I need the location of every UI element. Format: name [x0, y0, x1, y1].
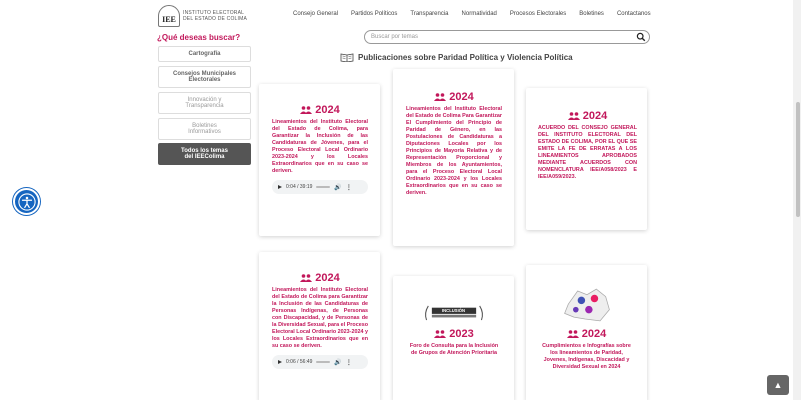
audio-progress[interactable]: [316, 361, 331, 363]
publication-card[interactable]: 2024 Lineamientos del Instituto Electora…: [259, 252, 380, 400]
sidebar-item-label-2: Transparencia: [185, 103, 224, 109]
more-options-icon[interactable]: ⋮: [346, 359, 352, 366]
people-icon: [434, 330, 447, 338]
volume-icon[interactable]: 🔊: [334, 359, 341, 366]
publication-card[interactable]: 2024 Lineamientos del Instituto Electora…: [259, 84, 380, 236]
section-title: Publicaciones sobre Paridad Política y V…: [340, 52, 573, 62]
card-year-text: 2024: [449, 91, 474, 103]
nav-normatividad[interactable]: Normatividad: [462, 11, 497, 17]
scrollbar-thumb[interactable]: [796, 102, 800, 217]
card-year: 2024: [538, 328, 635, 340]
sidebar-item-todos-los-temas[interactable]: Todos los temas del IEEColima: [158, 143, 251, 165]
card-year-text: 2024: [582, 110, 608, 122]
card-year: 2023: [406, 328, 502, 340]
logo-mark: IEE: [158, 5, 180, 27]
card-text: Lineamientos del Instituto Electoral del…: [272, 119, 368, 174]
audio-player[interactable]: 0:04 / 39:19 🔊 ⋮: [272, 180, 368, 194]
people-icon: [567, 112, 580, 120]
volume-icon[interactable]: 🔊: [334, 184, 341, 191]
people-icon: [300, 274, 313, 282]
card-text: Lineamientos del Instituto Electoral del…: [272, 287, 368, 349]
nav-contactanos[interactable]: Contactanos: [617, 11, 651, 17]
play-icon[interactable]: [278, 185, 282, 189]
card-text: Foro de Consulta para la Inclusión de Gr…: [409, 343, 499, 356]
accessibility-button[interactable]: [13, 188, 40, 215]
sidebar-item-boletines[interactable]: Boletines Informativos: [158, 118, 251, 140]
nav-procesos-electorales[interactable]: Procesos Electorales: [510, 11, 566, 17]
card-year: 2024: [272, 104, 368, 116]
sidebar-item-label-2: del IEEColima: [184, 154, 225, 160]
publication-card[interactable]: 2024 Cumplimientos e Infografías sobre l…: [526, 265, 647, 400]
nav-transparencia[interactable]: Transparencia: [410, 11, 448, 17]
sidebar-item-label-2: Informativos: [188, 129, 221, 135]
back-to-top-button[interactable]: ▲: [767, 375, 789, 395]
people-icon: [300, 106, 313, 114]
card-year-text: 2024: [581, 328, 607, 340]
audio-time: 0:04 / 39:19: [286, 184, 313, 190]
card-text: Lineamientos del Instituto Electoral del…: [406, 106, 502, 196]
audio-progress[interactable]: [316, 186, 331, 188]
card-year: 2024: [538, 110, 637, 122]
more-options-icon[interactable]: ⋮: [346, 184, 352, 191]
inclusion-logo: [425, 305, 483, 321]
iee-logo[interactable]: IEE INSTITUTO ELECTORAL DEL ESTADO DE CO…: [158, 5, 247, 27]
sidebar-item-label: Cartografía: [188, 51, 221, 57]
sidebar-item-cartografia[interactable]: Cartografía: [158, 46, 251, 62]
inclusion-logo-text: INCLUSIÓN: [441, 308, 466, 313]
search-icon[interactable]: [636, 32, 646, 42]
nav-boletines[interactable]: Boletines: [579, 11, 604, 17]
book-icon: [340, 53, 354, 62]
sidebar-item-label-2: Electorales: [188, 77, 221, 83]
people-icon: [566, 330, 579, 338]
infographic-map-image: [563, 288, 610, 322]
card-year: 2024: [272, 272, 368, 284]
nav-consejo-general[interactable]: Consejo General: [293, 11, 338, 17]
audio-time: 0:06 / 56:49: [286, 359, 313, 365]
card-year-text: 2023: [449, 328, 474, 340]
publication-card[interactable]: 2024 Lineamientos del Instituto Electora…: [393, 69, 514, 246]
search-placeholder: Buscar por temas: [371, 34, 419, 40]
sidebar-item-innovacion[interactable]: Innovación y Transparencia: [158, 92, 251, 114]
site-header: IEE INSTITUTO ELECTORAL DEL ESTADO DE CO…: [0, 0, 801, 30]
publication-card[interactable]: INCLUSIÓN 2023 Foro de Consulta para la …: [393, 276, 514, 400]
logo-text: INSTITUTO ELECTORAL DEL ESTADO DE COLIMA: [183, 10, 247, 22]
play-icon[interactable]: [278, 360, 282, 364]
audio-player[interactable]: 0:06 / 56:49 🔊 ⋮: [272, 355, 368, 369]
card-year-text: 2024: [315, 104, 340, 116]
search-input[interactable]: Buscar por temas: [364, 30, 650, 44]
section-title-text: Publicaciones sobre Paridad Política y V…: [358, 52, 573, 62]
main-nav: Consejo General Partidos Políticos Trans…: [293, 11, 664, 17]
search-prompt: ¿Qué deseas buscar?: [157, 33, 241, 42]
publication-card[interactable]: 2024 ACUERDO DEL CONSEJO GENERAL DEL INS…: [526, 88, 647, 230]
people-icon: [434, 93, 447, 101]
chevron-up-icon: ▲: [773, 380, 783, 390]
logo-line-2: DEL ESTADO DE COLIMA: [183, 16, 248, 22]
card-year: 2024: [406, 91, 502, 103]
card-year-text: 2024: [315, 272, 340, 284]
accessibility-icon: [17, 192, 36, 211]
card-text: Cumplimientos e Infografías sobre los li…: [542, 343, 631, 370]
sidebar-item-consejos-municipales[interactable]: Consejos Municipales Electorales: [158, 66, 251, 88]
card-text: ACUERDO DEL CONSEJO GENERAL DEL INSTITUT…: [538, 125, 637, 180]
nav-partidos-politicos[interactable]: Partidos Políticos: [351, 11, 397, 17]
